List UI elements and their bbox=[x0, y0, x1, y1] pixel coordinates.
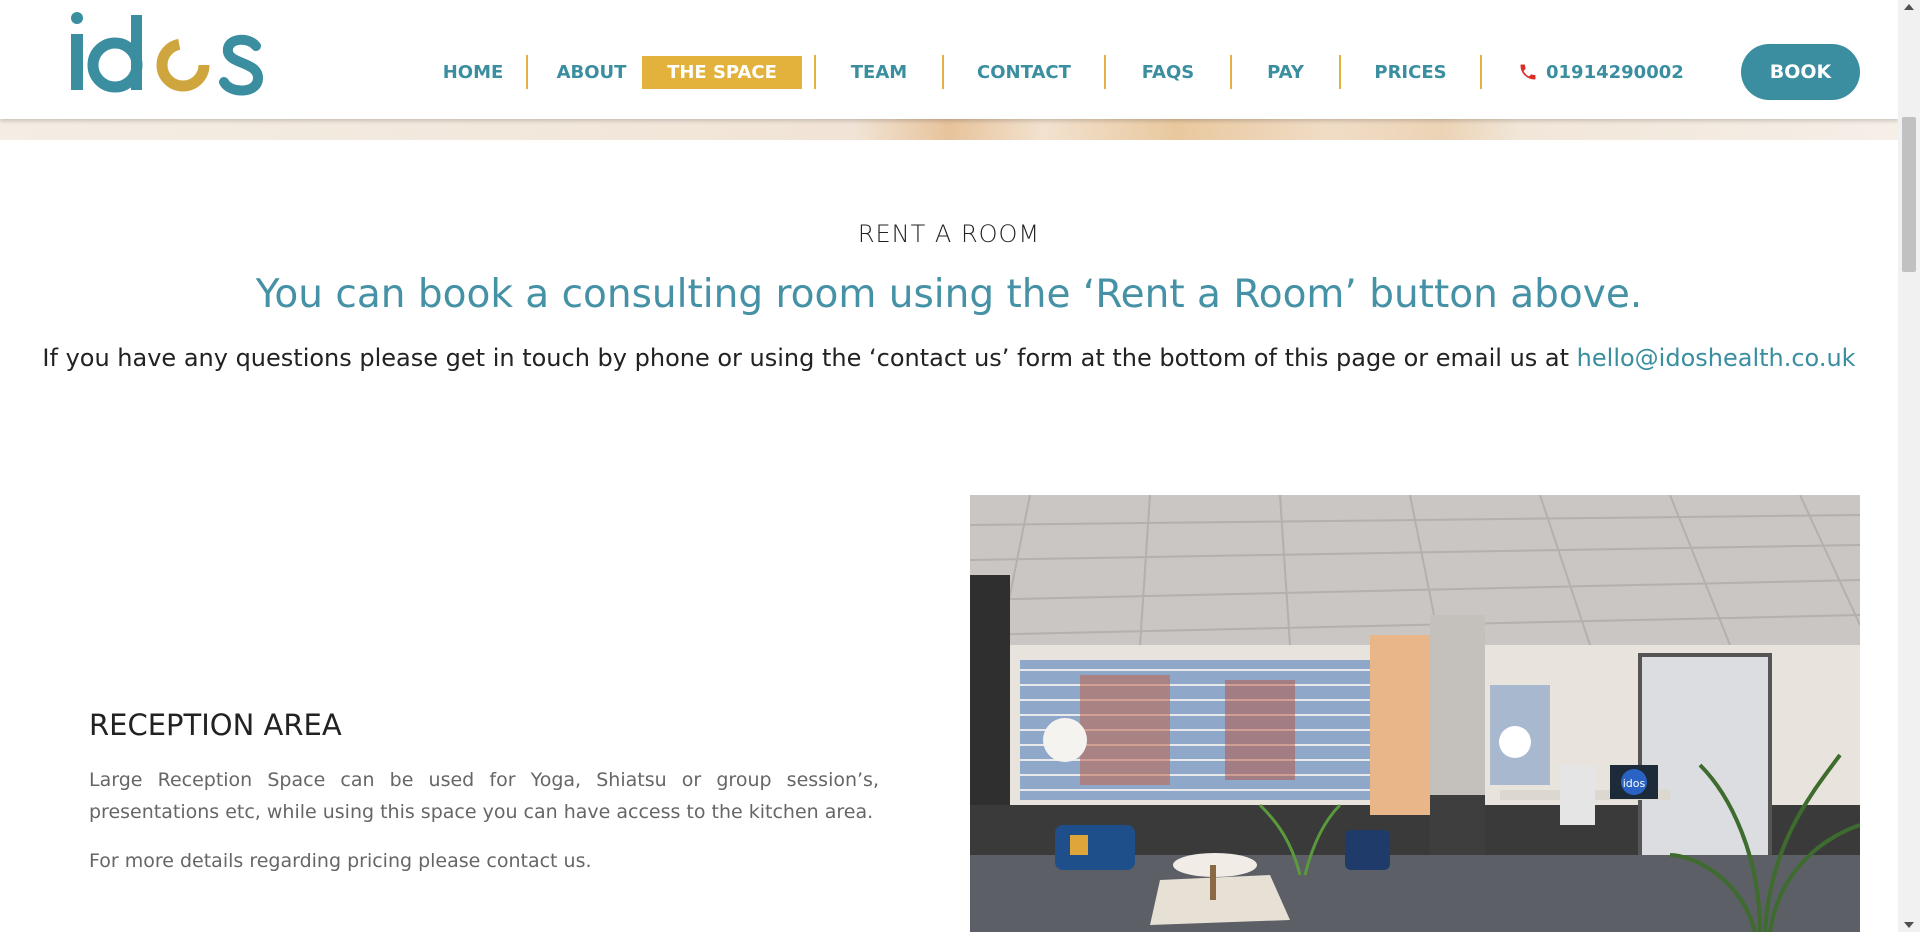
nav-faqs[interactable]: FAQS bbox=[1106, 56, 1230, 89]
email-link[interactable]: hello@idoshealth.co.uk bbox=[1577, 344, 1856, 372]
idos-logo[interactable] bbox=[70, 10, 280, 100]
reception-area-photo: idos bbox=[970, 495, 1860, 932]
scroll-down-icon[interactable] bbox=[1904, 922, 1914, 928]
nav-separator bbox=[1480, 55, 1482, 89]
nav-team[interactable]: TEAM bbox=[816, 56, 942, 89]
phone-number: 01914290002 bbox=[1546, 61, 1684, 83]
book-button[interactable]: BOOK bbox=[1741, 44, 1860, 100]
nav-the-space[interactable]: THE SPACE bbox=[642, 55, 802, 89]
reception-area-title: RECEPTION AREA bbox=[89, 708, 342, 742]
pricing-note: For more details regarding pricing pleas… bbox=[89, 850, 592, 872]
page-scrollbar[interactable] bbox=[1898, 0, 1920, 932]
nav-pay[interactable]: PAY bbox=[1232, 56, 1339, 89]
contact-info-text: If you have any questions please get in … bbox=[0, 344, 1898, 372]
rent-a-room-subheading: You can book a consulting room using the… bbox=[255, 272, 1643, 317]
nav-prices[interactable]: PRICES bbox=[1341, 56, 1480, 89]
contact-info-sentence: If you have any questions please get in … bbox=[42, 344, 1577, 372]
site-header: HOME ABOUT THE SPACE TEAM CONTACT FAQS P… bbox=[0, 0, 1898, 119]
nav-about[interactable]: ABOUT bbox=[528, 56, 655, 89]
reception-area-description: Large Reception Space can be used for Yo… bbox=[89, 769, 879, 823]
nav-home[interactable]: HOME bbox=[420, 56, 526, 89]
scroll-up-icon[interactable] bbox=[1904, 4, 1914, 10]
rent-a-room-heading: RENT A ROOM bbox=[857, 220, 1041, 248]
phone-icon bbox=[1518, 62, 1538, 82]
nav-contact[interactable]: CONTACT bbox=[944, 56, 1104, 89]
hero-image-strip bbox=[0, 119, 1898, 140]
phone-link[interactable]: 01914290002 bbox=[1518, 56, 1684, 89]
monitor-logo-text: idos bbox=[1623, 777, 1646, 790]
main-nav: HOME ABOUT THE SPACE TEAM CONTACT FAQS P… bbox=[420, 55, 1684, 89]
scroll-thumb[interactable] bbox=[1902, 117, 1916, 272]
